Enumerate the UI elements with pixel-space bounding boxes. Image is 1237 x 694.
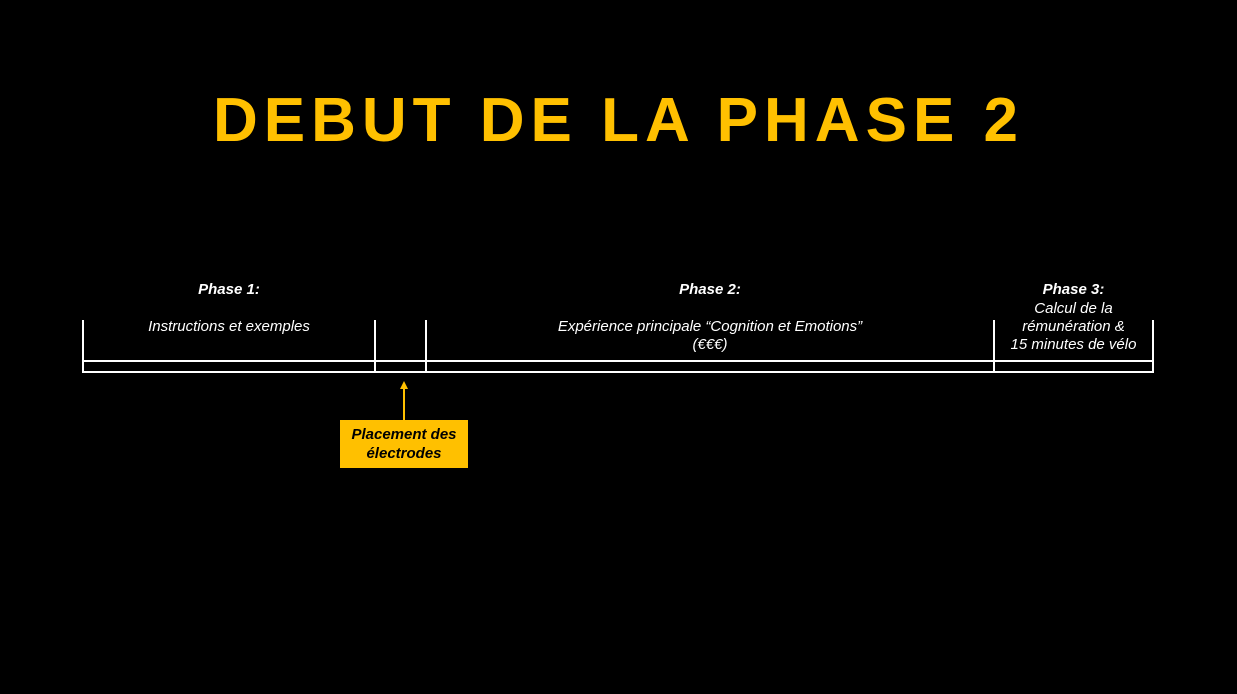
phase3-description-line2: rémunération & xyxy=(1022,318,1125,335)
phase3-description-line1: Calcul de la xyxy=(1034,300,1113,317)
slide-title: DEBUT DE LA PHASE 2 xyxy=(212,86,1024,155)
phase2-description-line2: (€€€) xyxy=(692,336,728,353)
phase2-heading: Phase 2: xyxy=(679,281,741,298)
divider-phase2-start xyxy=(425,320,427,373)
divider-start xyxy=(82,320,84,373)
callout-line1: Placement des xyxy=(351,426,457,443)
phase3-heading: Phase 3: xyxy=(1042,281,1105,298)
phase2-description-line1: Expérience principale “Cognition et Emot… xyxy=(557,318,863,335)
phase1-heading: Phase 1: xyxy=(198,281,260,298)
divider-end xyxy=(1152,320,1154,373)
arrow-shaft xyxy=(403,388,405,420)
electrode-placement-callout: Placement des électrodes xyxy=(340,420,468,468)
divider-phase3-start xyxy=(993,320,995,373)
phase3-description-line3: 15 minutes de vélo xyxy=(1010,336,1137,353)
phase1-description: Instructions et exemples xyxy=(148,318,310,335)
divider-phase1-end xyxy=(374,320,376,373)
phase2-description: Expérience principale “Cognition et Emot… xyxy=(426,318,994,354)
phase3-description: Calcul de la rémunération & 15 minutes d… xyxy=(994,300,1153,354)
callout-line2: électrodes xyxy=(366,445,442,462)
